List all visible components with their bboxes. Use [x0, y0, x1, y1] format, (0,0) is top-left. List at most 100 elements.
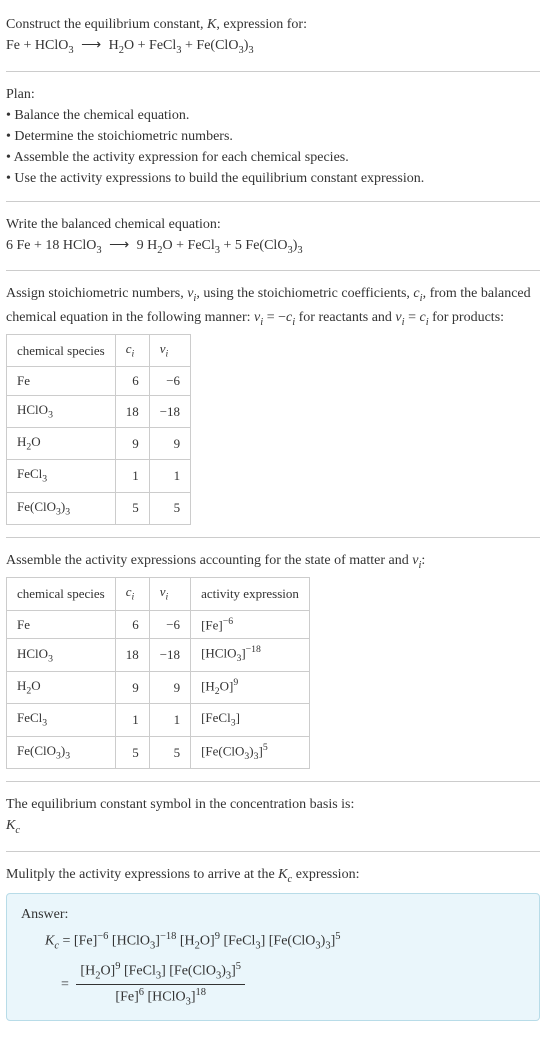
text: =: [405, 310, 420, 325]
cell-activity: [FeCl3]: [191, 704, 310, 736]
text: [FeCl: [120, 963, 155, 978]
text: [HClO: [144, 989, 186, 1004]
divider: [6, 71, 540, 72]
table-row: FeCl3 1 1 [FeCl3]: [7, 704, 310, 736]
cell-species: Fe: [7, 367, 116, 396]
cell-v: 1: [149, 704, 190, 736]
divider: [6, 270, 540, 271]
text: , expression for:: [216, 17, 307, 32]
text: expression:: [292, 867, 359, 882]
cell-c: 9: [115, 671, 149, 704]
cell-species: HClO3: [7, 639, 116, 672]
sup: 5: [263, 742, 268, 753]
col-species: chemical species: [7, 578, 116, 610]
sub: 3: [48, 410, 53, 421]
table-row: HClO3 18 −18 [HClO3]−18: [7, 639, 310, 672]
sup: 5: [335, 931, 340, 942]
cell-species: Fe(ClO3)3: [7, 736, 116, 769]
sub: 3: [65, 506, 70, 517]
table-header-row: chemical species ci νi: [7, 335, 191, 367]
stoich-table: chemical species ci νi Fe 6 −6 HClO3 18 …: [6, 334, 191, 525]
sup: −6: [223, 616, 233, 627]
text: FeCl: [17, 466, 42, 481]
cell-c: 18: [115, 395, 149, 427]
sup: −18: [160, 931, 176, 942]
sup: 5: [236, 961, 241, 972]
text: Assemble the activity expressions accoun…: [6, 553, 412, 568]
sup: −18: [246, 644, 261, 655]
assemble-section: Assemble the activity expressions accoun…: [6, 544, 540, 775]
cell-v: −6: [149, 367, 190, 396]
plan-title: Plan:: [6, 84, 540, 105]
plan-bullet: • Balance the chemical equation.: [6, 105, 540, 126]
cell-species: HClO3: [7, 395, 116, 427]
cell-activity: [Fe]−6: [191, 610, 310, 639]
text: Mulitply the activity expressions to arr…: [6, 867, 278, 882]
sub: 3: [96, 244, 101, 255]
sub: i: [166, 349, 169, 360]
col-ci: ci: [115, 335, 149, 367]
sub: 3: [68, 45, 73, 56]
text: [Fe]: [201, 617, 223, 632]
denominator: [Fe]6 [HClO3]18: [76, 985, 245, 1010]
assign-section: Assign stoichiometric numbers, νi, using…: [6, 277, 540, 531]
cell-v: −18: [149, 639, 190, 672]
sup: −6: [97, 931, 108, 942]
problem-line1: Construct the equilibrium constant, K, e…: [6, 14, 540, 35]
text: Construct the equilibrium constant,: [6, 17, 207, 32]
text: ] [Fe(ClO: [261, 934, 316, 949]
text: [FeCl: [201, 710, 231, 725]
cell-activity: [HClO3]−18: [191, 639, 310, 672]
kc-symbol-text: The equilibrium constant symbol in the c…: [6, 794, 540, 815]
kc-symbol: Kc: [6, 815, 540, 839]
balanced-equation-section: Write the balanced chemical equation: 6 …: [6, 208, 540, 265]
balanced-title: Write the balanced chemical equation:: [6, 214, 540, 235]
plan-bullet: • Assemble the activity expression for e…: [6, 147, 540, 168]
text: [HClO: [108, 934, 150, 949]
cell-activity: [H2O]9: [191, 671, 310, 704]
cell-species: H2O: [7, 428, 116, 460]
divider: [6, 537, 540, 538]
text: = −: [263, 310, 286, 325]
plan-section: Plan: • Balance the chemical equation. •…: [6, 78, 540, 195]
cell-v: −18: [149, 395, 190, 427]
text: O: [31, 434, 40, 449]
text: :: [421, 553, 425, 568]
divider: [6, 851, 540, 852]
cell-v: 1: [149, 460, 190, 492]
kc-symbol-section: The equilibrium constant symbol in the c…: [6, 788, 540, 845]
cell-species: FeCl3: [7, 460, 116, 492]
kc-expression-line1: Kc = [Fe]−6 [HClO3]−18 [H2O]9 [FeCl3] [F…: [45, 929, 525, 954]
text: ] [Fe(ClO: [161, 963, 216, 978]
equals: =: [61, 976, 72, 991]
multiply-text: Mulitply the activity expressions to arr…: [6, 864, 540, 888]
cell-species: H2O: [7, 671, 116, 704]
text: Assign stoichiometric numbers,: [6, 286, 187, 301]
table-row: Fe 6 −6 [Fe]−6: [7, 610, 310, 639]
assemble-text: Assemble the activity expressions accoun…: [6, 550, 540, 574]
numerator: [H2O]9 [FeCl3] [Fe(ClO3)3]5: [76, 959, 245, 985]
k: K: [6, 818, 15, 833]
text: H: [109, 38, 119, 53]
text: [Fe(ClO: [201, 743, 244, 758]
cell-species: Fe(ClO3)3: [7, 492, 116, 524]
text: Fe + HClO: [6, 38, 68, 53]
text: + 5 Fe(ClO: [220, 238, 287, 253]
table-row: Fe(ClO3)3 5 5 [Fe(ClO3)3]5: [7, 736, 310, 769]
sup: 18: [196, 987, 207, 998]
cell-c: 9: [115, 428, 149, 460]
text: [H: [80, 963, 95, 978]
cell-v: 5: [149, 492, 190, 524]
text: 9 H: [137, 238, 158, 253]
k: K: [278, 867, 287, 882]
text: O]: [220, 678, 234, 693]
text: Fe(ClO: [17, 499, 56, 514]
text: [FeCl: [220, 934, 255, 949]
text: Fe: [17, 373, 30, 388]
sub: 3: [248, 45, 253, 56]
sub: 3: [297, 244, 302, 255]
text: [HClO: [201, 646, 236, 661]
text: H: [17, 434, 26, 449]
cell-species: Fe: [7, 610, 116, 639]
assign-text: Assign stoichiometric numbers, νi, using…: [6, 283, 540, 330]
